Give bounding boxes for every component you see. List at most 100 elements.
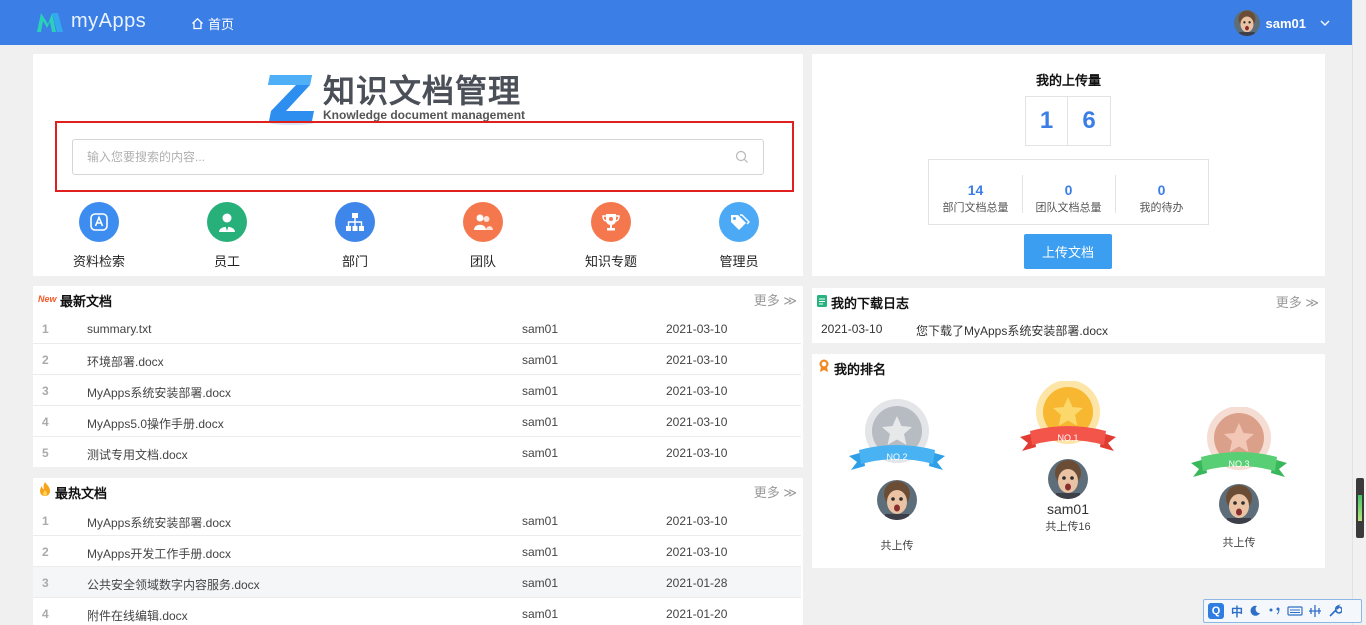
home-icon: [192, 17, 203, 30]
ime-logo-icon[interactable]: Q: [1208, 603, 1224, 619]
page-scrollbar[interactable]: [1352, 0, 1366, 625]
brand-header: 知识文档管理 Knowledge document management: [266, 71, 525, 125]
org-chart-icon: [335, 202, 375, 242]
table-row[interactable]: 3 公共安全领域数字内容服务.docx sam01 2021-01-28: [33, 567, 801, 598]
latest-docs-panel: New 最新文档 更多 ≫ 1 summary.txt sam01 2021-03-1…: [33, 286, 803, 467]
table-row[interactable]: 2 环境部署.docx sam01 2021-03-10: [33, 344, 801, 375]
category-admin[interactable]: 管理员: [699, 202, 779, 270]
svg-text:NO.3: NO.3: [1228, 459, 1249, 469]
user-avatar: [1234, 10, 1260, 36]
letter-a-icon: [79, 202, 119, 242]
rank-first: NO.1 sam01 共上传16: [1018, 380, 1118, 534]
hot-docs-panel: 最热文档 更多 ≫ 1 MyApps系统安装部署.docx sam01 2021-03…: [33, 478, 803, 625]
avatar[interactable]: [1219, 484, 1259, 524]
category-employee[interactable]: 员工: [187, 202, 267, 270]
upload-document-button[interactable]: 上传文档: [1024, 234, 1112, 269]
category-shortcuts: 资料检索 员工 部门 团队 知识专题 管理员: [33, 202, 803, 272]
silver-medal-icon: NO.2: [847, 398, 947, 478]
table-row[interactable]: 4 附件在线编辑.docx sam01 2021-01-20: [33, 598, 801, 625]
stat-label: 团队文档总量: [1035, 202, 1102, 214]
user-menu[interactable]: sam01: [1234, 10, 1330, 36]
hot-more-link[interactable]: 更多 ≫: [754, 482, 797, 501]
flame-icon: [40, 482, 50, 496]
rank-third: NO.3 共上传: [1189, 406, 1289, 550]
search-icon[interactable]: [735, 150, 749, 164]
medal-icon: [819, 359, 829, 372]
download-log-header: 我的下载日志 更多 ≫: [812, 288, 1325, 314]
ranking-header: 我的排名: [812, 354, 1325, 380]
rank-name: sam01: [1046, 501, 1090, 517]
category-label: 资料检索: [72, 254, 125, 269]
tags-icon: [719, 202, 759, 242]
rank-count: 共上传: [880, 540, 914, 552]
stat-department-docs[interactable]: 14 部门文档总量: [929, 160, 1022, 224]
gold-medal-icon: NO.1: [1018, 380, 1118, 459]
table-row[interactable]: 5 测试专用文档.docx sam01 2021-03-10: [33, 437, 801, 468]
punctuation-icon[interactable]: [1268, 604, 1282, 618]
stat-team-docs[interactable]: 0 团队文档总量: [1022, 160, 1115, 224]
search-input[interactable]: [73, 140, 723, 174]
app-logo[interactable]: myApps: [36, 10, 146, 33]
trophy-icon: [591, 202, 631, 242]
table-row[interactable]: 1 MyApps系统安装部署.docx sam01 2021-03-10: [33, 505, 801, 536]
table-row[interactable]: 4 MyApps5.0操作手册.docx sam01 2021-03-10: [33, 406, 801, 437]
keyboard-icon[interactable]: [1287, 604, 1303, 618]
scrollbar-thumb[interactable]: [1356, 478, 1364, 538]
download-more-link[interactable]: 更多 ≫: [1276, 292, 1319, 311]
svg-text:New: New: [38, 294, 58, 304]
document-icon: [817, 295, 827, 307]
ime-toolbar[interactable]: Q 中: [1203, 599, 1362, 623]
rank-count: 共上传16: [1045, 521, 1091, 533]
table-row[interactable]: 2 MyApps开发工作手册.docx sam01 2021-03-10: [33, 536, 801, 567]
category-label: 团队: [469, 254, 496, 269]
ranking-title: 我的排名: [834, 362, 887, 377]
avatar[interactable]: [1048, 459, 1088, 499]
new-badge-icon: New: [38, 294, 58, 304]
svg-text:NO.2: NO.2: [886, 452, 907, 462]
upload-title: 我的上传量: [1035, 73, 1101, 88]
stat-label: 部门文档总量: [942, 202, 1009, 214]
search-panel: 知识文档管理 Knowledge document management 资料检…: [33, 54, 803, 276]
latest-docs-header: New 最新文档 更多 ≫: [33, 286, 803, 312]
ime-mode-toggle[interactable]: 中: [1230, 603, 1244, 620]
svg-text:NO.1: NO.1: [1057, 433, 1078, 443]
download-date: 2021-03-10: [821, 322, 883, 336]
user-name: sam01: [1265, 15, 1306, 31]
stat-label: 我的待办: [1139, 202, 1184, 214]
list-item[interactable]: 2021-03-10 您下载了MyApps系统安装部署.docx: [812, 322, 1325, 340]
upload-digit: 1: [1025, 96, 1068, 146]
stat-value: 0: [1064, 182, 1073, 198]
category-department[interactable]: 部门: [315, 202, 395, 270]
bronze-medal-icon: NO.3: [1189, 406, 1289, 485]
upload-digit: 6: [1068, 96, 1111, 146]
moon-icon[interactable]: [1248, 604, 1262, 618]
category-label: 部门: [341, 254, 368, 269]
wrench-icon[interactable]: [1328, 604, 1342, 618]
stat-value: 0: [1157, 182, 1166, 198]
ranking-panel: 我的排名 NO.2 共上传 NO.1 sam01 共上传16 NO.3 共上传: [812, 354, 1325, 568]
team-icon: [463, 202, 503, 242]
search-box: [72, 139, 764, 175]
top-navigation-bar: myApps 首页 sam01: [0, 0, 1352, 45]
table-row[interactable]: 1 summary.txt sam01 2021-03-10: [33, 313, 801, 344]
table-row[interactable]: 3 MyApps系统安装部署.docx sam01 2021-03-10: [33, 375, 801, 406]
avatar[interactable]: [877, 480, 917, 520]
upload-count: 1 6: [1025, 96, 1111, 146]
app-name: myApps: [71, 10, 147, 32]
hot-docs-header: 最热文档 更多 ≫: [33, 478, 803, 504]
stat-my-todo[interactable]: 0 我的待办: [1115, 160, 1208, 224]
latest-docs-title: 最新文档: [60, 294, 113, 309]
download-log-panel: 我的下载日志 更多 ≫ 2021-03-10 您下载了MyApps系统安装部署.…: [812, 288, 1325, 343]
category-label: 管理员: [719, 254, 759, 269]
tools-icon[interactable]: [1308, 604, 1322, 618]
category-search[interactable]: 资料检索: [59, 202, 139, 270]
rank-count: 共上传: [1222, 537, 1256, 549]
brand-title: 知识文档管理: [323, 72, 522, 110]
chevron-down-icon: [1320, 20, 1330, 26]
category-team[interactable]: 团队: [443, 202, 523, 270]
category-label: 员工: [213, 254, 240, 269]
category-topics[interactable]: 知识专题: [571, 202, 651, 270]
nav-home-link[interactable]: 首页: [191, 14, 234, 33]
nav-home-label: 首页: [208, 17, 235, 32]
latest-more-link[interactable]: 更多 ≫: [754, 290, 797, 309]
